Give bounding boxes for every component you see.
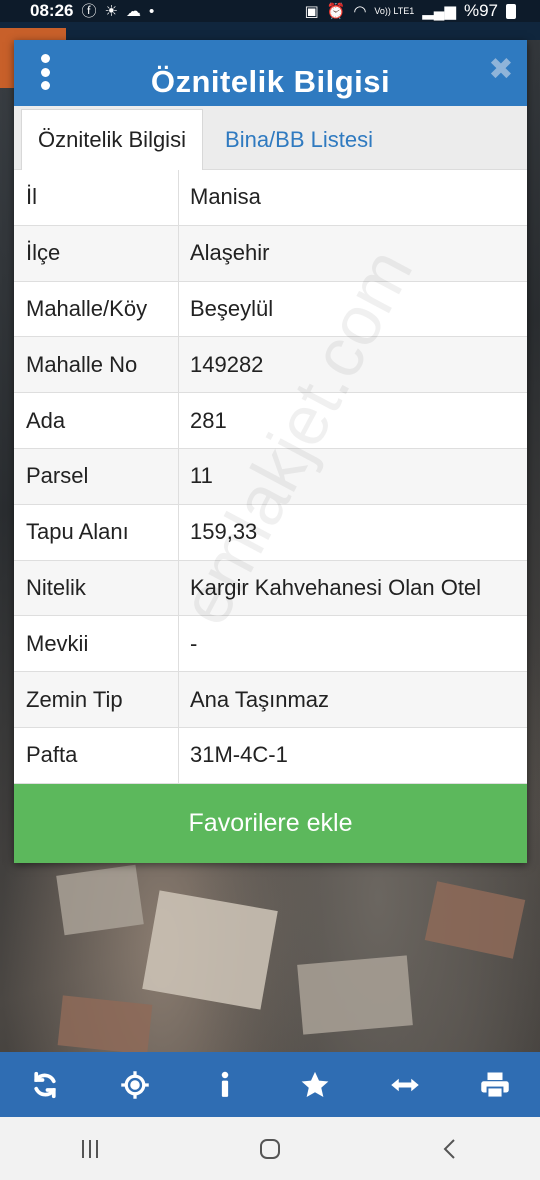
table-row: Mahalle/Köy Beşeylül [14, 281, 527, 338]
map-toolbar [0, 1052, 540, 1117]
locate-icon[interactable] [113, 1063, 157, 1107]
row-value: 149282 [190, 351, 264, 377]
dialog-title: Öznitelik Bilgisi [150, 64, 391, 99]
dialog-header: Öznitelik Bilgisi ✖ [14, 40, 527, 106]
status-bar: 08:26 ⓕ ☀ ☁ • ▣ ⏰ ◠ Vo)) LTE1 ▂▄▆ %97 [0, 0, 540, 22]
attribute-table: İl Manisa İlçe Alaşehir Mahalle/Köy Beşe… [14, 170, 527, 784]
status-left: 08:26 ⓕ ☀ ☁ • [30, 1, 154, 21]
row-key: Mevkii [14, 616, 179, 672]
row-key: Ada [14, 393, 179, 448]
add-to-favorites-button[interactable]: Favorilere ekle [14, 784, 527, 863]
table-row: Tapu Alanı 159,33 [14, 504, 527, 561]
tab-bar: Öznitelik Bilgisi Bina/BB Listesi [14, 106, 527, 170]
print-icon[interactable] [473, 1063, 517, 1107]
battery-percent: %97 [463, 1, 498, 20]
attribute-dialog: Öznitelik Bilgisi ✖ Öznitelik Bilgisi Bi… [14, 40, 527, 863]
close-icon[interactable]: ✖ [487, 55, 515, 85]
refresh-icon[interactable] [23, 1063, 67, 1107]
row-key: Nitelik [14, 560, 179, 616]
map-building [57, 995, 153, 1055]
table-row: Parsel 11 [14, 448, 527, 505]
status-right: ▣ ⏰ ◠ Vo)) LTE1 ▂▄▆ %97 [304, 1, 516, 21]
table-row: Mevkii - [14, 616, 527, 673]
measure-icon[interactable] [383, 1063, 427, 1107]
brightness-icon: ☀ [104, 2, 118, 20]
row-value: 159,33 [190, 519, 258, 545]
tab-attribute-info[interactable]: Öznitelik Bilgisi [21, 109, 203, 170]
row-value: 31M-4C-1 [190, 742, 288, 768]
battery-icon [506, 3, 516, 19]
wifi-icon: ◠ [353, 2, 367, 20]
facebook-icon: ⓕ [81, 2, 97, 20]
network-label: Vo)) LTE1 [374, 5, 415, 16]
row-key: Mahalle/Köy [14, 281, 179, 337]
row-key: İlçe [14, 225, 179, 281]
map-top-strip [0, 22, 540, 40]
table-row: Ada 281 [14, 393, 527, 449]
info-icon[interactable] [203, 1063, 247, 1107]
signal-icon: ▂▄▆ [422, 2, 456, 20]
row-value: - [190, 630, 198, 656]
row-value: 11 [190, 463, 213, 489]
row-key: Parsel [14, 448, 179, 504]
alarm-icon: ⏰ [326, 2, 346, 20]
table-row: Mahalle No 149282 [14, 337, 527, 394]
star-icon[interactable] [293, 1063, 337, 1107]
table-row: İl Manisa [14, 170, 527, 226]
row-key: Tapu Alanı [14, 504, 179, 560]
row-key: Zemin Tip [14, 672, 179, 727]
map-building [297, 955, 413, 1035]
lock-icon: ▣ [304, 2, 319, 20]
table-row: Zemin Tip Ana Taşınmaz [14, 672, 527, 728]
row-key: İl [14, 170, 179, 225]
dot-icon: • [148, 2, 155, 20]
row-key: Mahalle No [14, 337, 179, 393]
tab-building-list[interactable]: Bina/BB Listesi [204, 109, 394, 170]
table-row: Pafta 31M-4C-1 [14, 727, 527, 784]
row-value: 281 [190, 407, 227, 433]
status-time: 08:26 [30, 1, 74, 20]
map-building [56, 864, 144, 936]
row-key: Pafta [14, 727, 179, 783]
row-value: Beşeylül [190, 295, 274, 321]
table-row: Nitelik Kargir Kahvehanesi Olan Otel [14, 560, 527, 617]
row-value: Kargir Kahvehanesi Olan Otel [190, 574, 482, 600]
map-building [142, 890, 278, 1010]
row-value: Ana Taşınmaz [190, 686, 330, 712]
home-icon[interactable] [240, 1129, 300, 1169]
system-nav-bar [0, 1117, 540, 1180]
table-row: İlçe Alaşehir [14, 225, 527, 282]
recent-apps-icon[interactable] [60, 1129, 120, 1169]
row-value: Alaşehir [190, 240, 270, 266]
back-icon[interactable] [420, 1129, 480, 1169]
cloud-icon: ☁ [125, 2, 141, 20]
row-value: Manisa [190, 184, 261, 210]
